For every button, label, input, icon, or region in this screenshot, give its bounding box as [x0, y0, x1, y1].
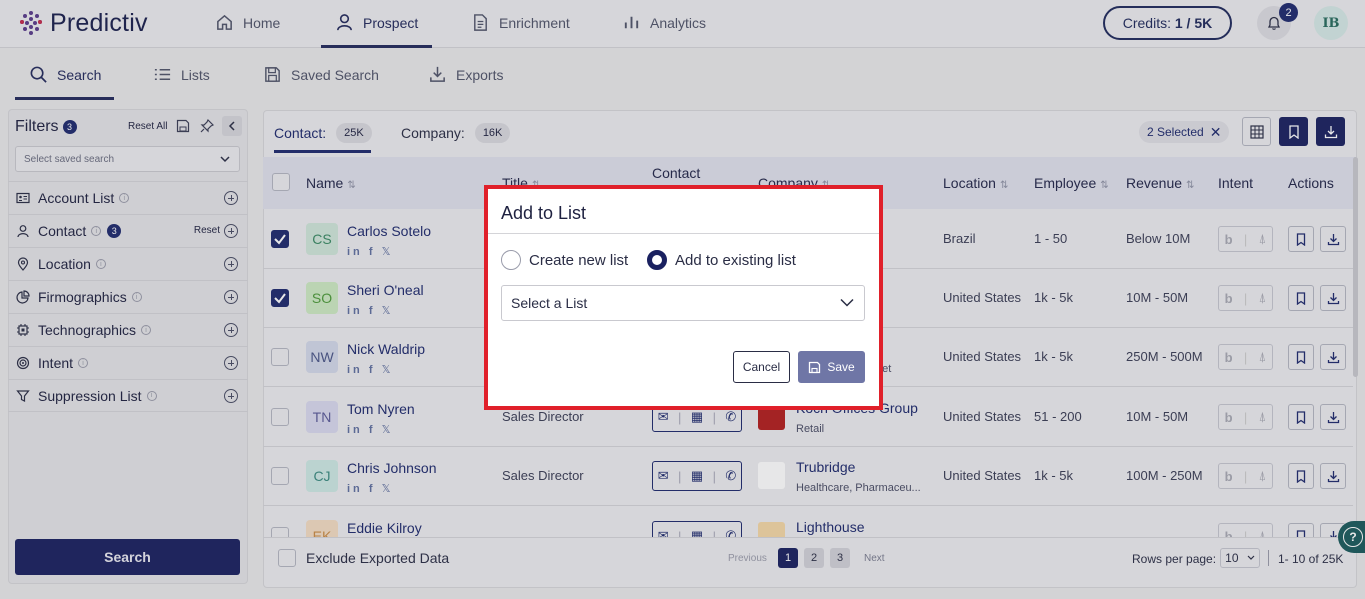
option-create-new-label: Create new list: [529, 251, 629, 269]
list-select[interactable]: Select a List: [501, 285, 865, 321]
radio-add-existing[interactable]: [647, 250, 667, 270]
option-add-existing-label: Add to existing list: [675, 251, 796, 269]
option-create-new-list[interactable]: Create new list: [501, 250, 628, 270]
list-select-placeholder: Select a List: [511, 295, 588, 311]
save-button-label: Save: [827, 360, 855, 374]
radio-create-new[interactable]: [501, 250, 521, 270]
option-add-to-existing-list[interactable]: Add to existing list: [647, 250, 796, 270]
save-button[interactable]: Save: [798, 351, 865, 383]
add-to-list-modal: Add to List Create new list Add to exist…: [484, 185, 883, 410]
chevron-down-icon: [840, 298, 854, 307]
cancel-button[interactable]: Cancel: [733, 351, 790, 383]
modal-title: Add to List: [501, 203, 587, 223]
modal-divider: [488, 233, 879, 234]
save-disk-icon: [809, 361, 821, 373]
